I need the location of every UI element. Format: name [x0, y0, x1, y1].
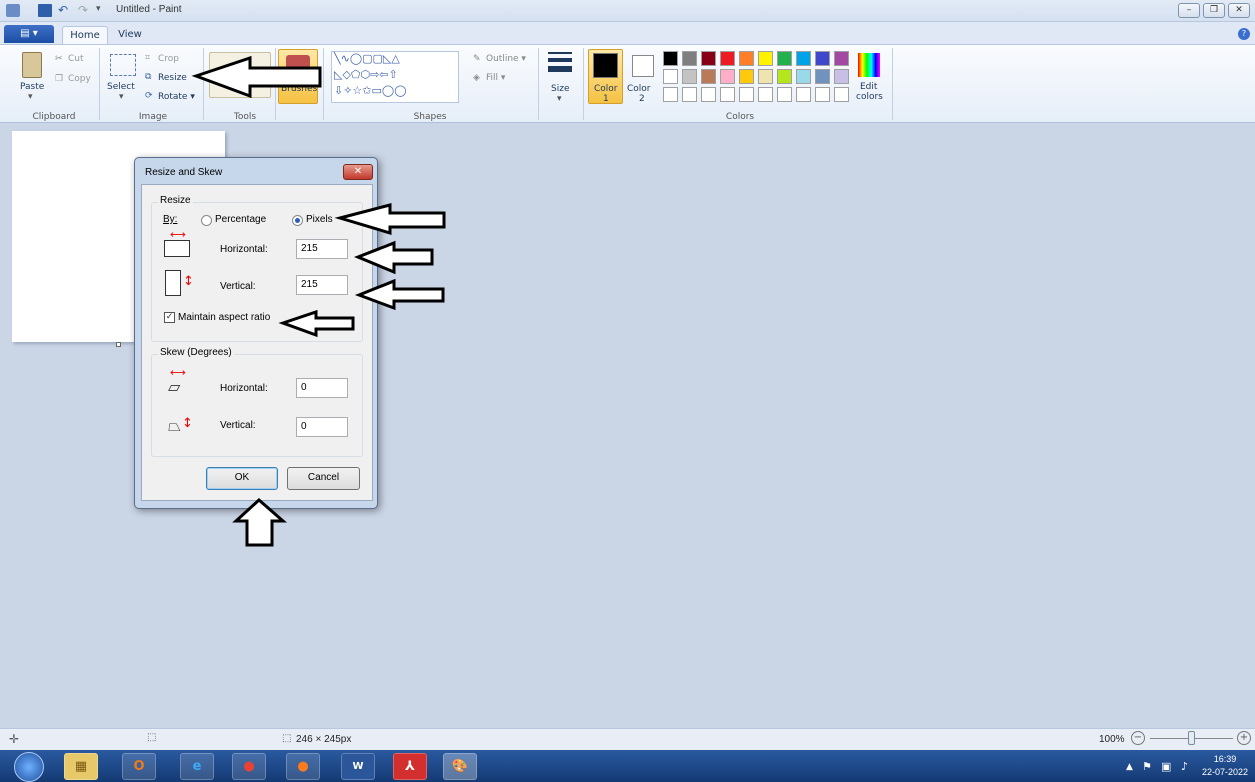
action-center-icon[interactable]: ⚑ — [1142, 760, 1152, 773]
word-icon[interactable]: W — [341, 753, 375, 780]
clock-time[interactable]: 16:39 — [1208, 754, 1242, 764]
file-explorer-icon[interactable]: ▦ — [64, 753, 98, 780]
chrome-icon[interactable]: ● — [232, 753, 266, 780]
arrow-to-pixels — [334, 203, 446, 236]
tray-expand-icon[interactable]: ▲ — [1126, 762, 1133, 772]
firefox-icon[interactable]: ● — [286, 753, 320, 780]
zoom-out-icon[interactable]: − — [1131, 731, 1145, 745]
paint-taskbar-icon[interactable]: 🎨 — [443, 753, 477, 780]
image-size-icon: ⬚ — [282, 733, 292, 744]
start-button[interactable] — [14, 752, 44, 782]
office-icon[interactable]: O — [122, 753, 156, 780]
arrow-to-ok — [232, 497, 287, 547]
image-size: 246 × 245px — [296, 734, 352, 745]
acrobat-icon[interactable]: ⅄ — [393, 753, 427, 780]
annotation-arrows — [191, 55, 446, 547]
internet-explorer-icon[interactable]: e — [180, 753, 214, 780]
zoom-level: 100% — [1099, 734, 1125, 745]
network-icon[interactable]: ▣ — [1161, 760, 1171, 773]
selection-size-icon: ⬚ — [147, 732, 157, 743]
status-bar — [0, 728, 1255, 750]
volume-icon[interactable]: ♪ — [1181, 760, 1188, 773]
arrow-to-vertical — [354, 278, 445, 311]
cursor-position-icon: ✛ — [9, 732, 20, 746]
clock-date[interactable]: 22-07-2022 — [1199, 767, 1251, 777]
zoom-slider-thumb[interactable] — [1188, 731, 1195, 745]
arrow-to-resize — [191, 55, 322, 99]
arrow-to-maintain — [278, 309, 355, 338]
zoom-in-icon[interactable]: + — [1237, 731, 1251, 745]
arrow-to-horizontal — [353, 240, 434, 275]
